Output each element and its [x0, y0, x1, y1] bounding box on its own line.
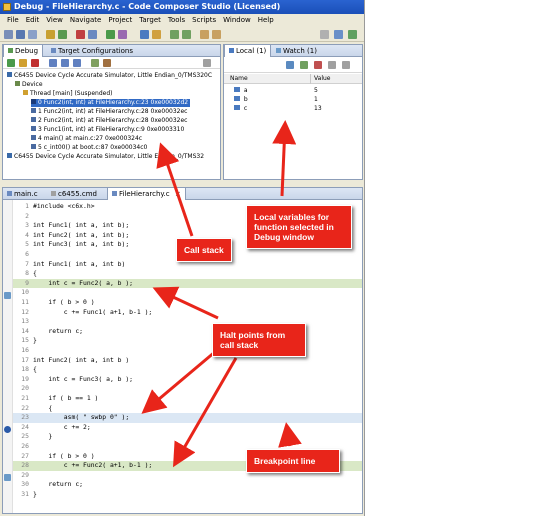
arrow-to-line-28: [173, 357, 238, 468]
callout-breakpoint-line: Breakpoint line: [246, 449, 340, 473]
callout-call-stack: Call stack: [176, 238, 232, 262]
arrow-to-line-9: [152, 286, 219, 320]
arrow-to-breakpoint: [278, 422, 302, 448]
callout-halt-points: Halt points from call stack: [212, 323, 306, 357]
arrow-to-call-stack: [156, 142, 194, 237]
callout-local-variables: Local variables for function selected in…: [246, 205, 352, 249]
annotation-arrows: [141, 120, 302, 468]
arrow-to-locals: [272, 120, 297, 197]
